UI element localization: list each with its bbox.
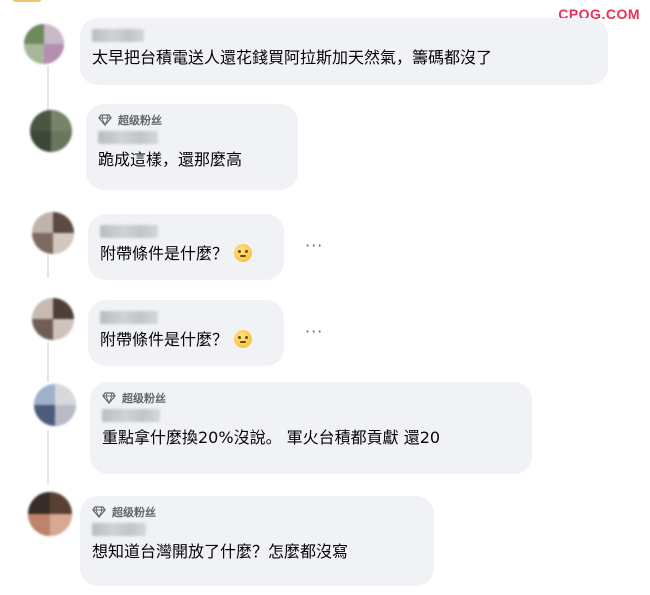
- avatar[interactable]: [28, 492, 72, 536]
- avatar[interactable]: [32, 212, 74, 254]
- commenter-name[interactable]: [92, 29, 144, 42]
- top-fan-badge: 超级粉丝: [92, 504, 422, 520]
- top-fan-badge: 超级粉丝: [98, 112, 286, 128]
- comment-bubble: 超级粉丝 重點拿什麼換20%沒說。 軍火台積都貢獻 還20: [90, 382, 532, 474]
- more-options-button[interactable]: ···: [305, 236, 323, 255]
- commenter-name[interactable]: [102, 409, 160, 422]
- comment-bubble: 太早把台積電送人還花錢買阿拉斯加天然氣，籌碼都沒了: [80, 18, 608, 85]
- thinking-face-emoji-icon: [234, 330, 253, 348]
- badge-label: 超级粉丝: [122, 392, 166, 405]
- diamond-icon: [98, 114, 112, 126]
- thread-line: [47, 255, 49, 278]
- avatar[interactable]: [32, 298, 74, 340]
- top-fan-badge: 超级粉丝: [102, 390, 520, 406]
- avatar[interactable]: [24, 24, 64, 64]
- comment-text: 太早把台積電送人還花錢買阿拉斯加天然氣，籌碼都沒了: [92, 48, 493, 67]
- thinking-face-emoji-icon: [234, 244, 253, 262]
- thread-line: [47, 342, 49, 382]
- thread-line: [47, 430, 49, 485]
- badge-label: 超级粉丝: [112, 506, 156, 519]
- comment-bubble: 超级粉丝 跪成這樣，還那麼高: [86, 104, 298, 190]
- commenter-name[interactable]: [92, 523, 146, 536]
- commenter-name[interactable]: [98, 131, 158, 144]
- comment-text: 想知道台灣開放了什麼？怎麼都沒寫: [92, 542, 349, 561]
- diamond-icon: [92, 506, 106, 518]
- comment-bubble: 附帶條件是什麼？: [88, 300, 284, 366]
- more-options-button[interactable]: ···: [305, 322, 323, 341]
- comment-bubble: 附帶條件是什麼？: [88, 214, 284, 280]
- comment-text: 重點拿什麼換20%沒說。 軍火台積都貢獻 還20: [102, 428, 441, 447]
- badge-label: 超级粉丝: [118, 114, 162, 127]
- cropped-top-element: [12, 0, 42, 2]
- comment-bubble: 超级粉丝 想知道台灣開放了什麼？怎麼都沒寫: [80, 496, 434, 586]
- commenter-name[interactable]: [100, 225, 158, 238]
- avatar[interactable]: [34, 384, 76, 426]
- diamond-icon: [102, 392, 116, 404]
- commenter-name[interactable]: [100, 311, 158, 324]
- comment-text: 附帶條件是什麼？: [100, 329, 272, 351]
- comment-text: 附帶條件是什麼？: [100, 243, 272, 265]
- comment-text: 跪成這樣，還那麼高: [98, 150, 243, 169]
- avatar[interactable]: [30, 110, 72, 152]
- thread-line: [47, 66, 49, 111]
